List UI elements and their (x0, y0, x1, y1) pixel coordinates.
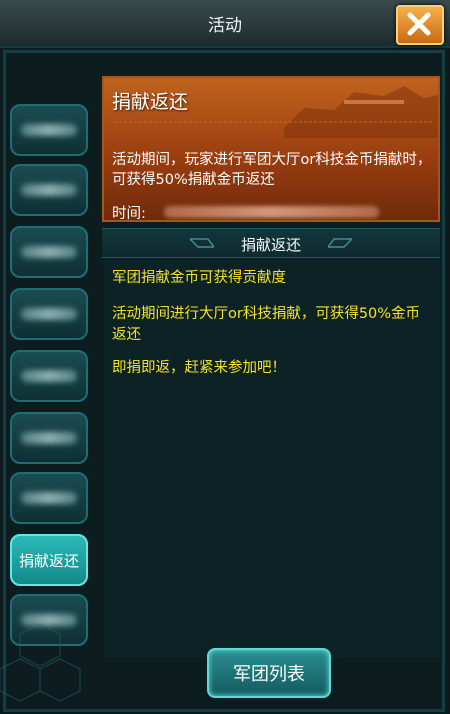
close-icon (407, 12, 431, 36)
content-paragraph: 即捐即返，赶紧来参加吧！ (112, 360, 286, 376)
event-description: 活动期间，玩家进行军团大厅or科技金币捐献时，可获得50%捐献金币返还 (112, 152, 432, 188)
sidebar-tab-4[interactable] (10, 288, 88, 340)
sidebar: 捐献返还 (0, 48, 100, 714)
window-title: 活动 (208, 16, 242, 36)
time-label: 时间: (112, 206, 146, 222)
blurred-label (21, 308, 77, 320)
hex-pattern-decoration (0, 624, 81, 702)
event-content: 军团捐献金币可获得贡献度 活动期间进行大厅or科技捐献，可获得50%金币返还 即… (104, 258, 440, 658)
title-bar: 活动 (0, 0, 450, 48)
legion-list-button-label: 军团列表 (233, 664, 305, 685)
sidebar-tab-donation-return[interactable]: 捐献返还 (10, 534, 88, 586)
sidebar-tab-2[interactable] (10, 164, 88, 216)
blurred-label (21, 246, 77, 258)
time-value-redacted (164, 206, 379, 218)
section-title: 捐献返还 (240, 236, 301, 254)
event-banner: 捐献返还 活动期间，玩家进行军团大厅or科技金币捐献时，可获得50%捐献金币返还… (102, 76, 440, 222)
wing-right-icon (328, 238, 352, 248)
sidebar-tab-1[interactable] (10, 104, 88, 156)
sidebar-tab-7[interactable] (10, 472, 88, 524)
blurred-label (21, 432, 77, 444)
section-header: 捐献返还 (102, 228, 440, 258)
sidebar-tab-6[interactable] (10, 412, 88, 464)
banner-title: 捐献返还 (112, 91, 189, 113)
content-paragraph: 军团捐献金币可获得贡献度 (112, 270, 286, 286)
blurred-label (21, 370, 77, 382)
blurred-label (21, 492, 77, 504)
blurred-label (21, 124, 77, 136)
content-paragraph: 活动期间进行大厅or科技捐献，可获得50%金币返还 (112, 306, 421, 343)
close-button[interactable] (396, 5, 444, 45)
blurred-label (21, 184, 77, 196)
sidebar-tab-label: 捐献返还 (18, 551, 79, 570)
sidebar-tab-3[interactable] (10, 226, 88, 278)
sidebar-tab-5[interactable] (10, 350, 88, 402)
legion-list-button[interactable]: 军团列表 (207, 648, 331, 698)
